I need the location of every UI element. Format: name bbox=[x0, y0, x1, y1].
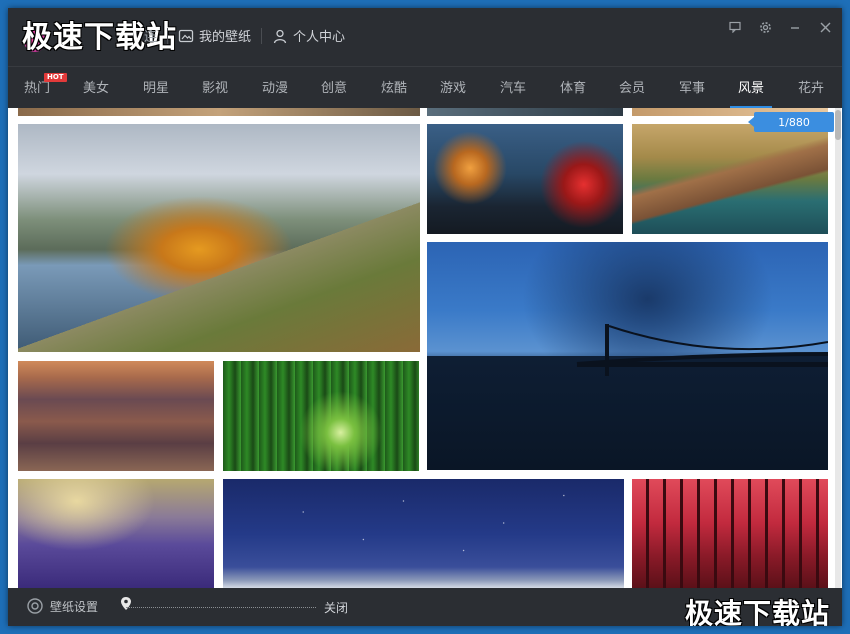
tab-label: 会员 bbox=[619, 81, 646, 96]
nav-divider bbox=[261, 27, 263, 44]
wallpaper-thumb-canyon[interactable] bbox=[18, 361, 214, 471]
tab-label: 美女 bbox=[83, 81, 110, 96]
bridge-silhouette bbox=[576, 324, 828, 376]
close-icon[interactable] bbox=[816, 18, 834, 36]
tab-label: 炫酷 bbox=[381, 81, 408, 96]
page-counter: 1/880 bbox=[748, 112, 834, 132]
tab-label: 明星 bbox=[143, 81, 170, 96]
window-controls bbox=[726, 18, 834, 36]
gear-icon[interactable] bbox=[756, 18, 774, 36]
wallpaper-thumb-red-forest[interactable] bbox=[632, 479, 828, 588]
wallpaper-settings-label: 壁纸设置 bbox=[50, 599, 99, 614]
tab-games[interactable]: 游戏 bbox=[440, 77, 466, 109]
tab-label: 体育 bbox=[560, 81, 587, 96]
tab-label: 花卉 bbox=[798, 81, 825, 96]
tab-beauty[interactable]: 美女 bbox=[83, 77, 109, 109]
top-nav: 连 我的壁纸 个人中心 bbox=[144, 26, 345, 45]
app-window: 极速下载站 连 我的壁纸 个人中心 热门 HOT 美女 明星 影视 动漫 创意 … bbox=[8, 8, 842, 626]
wallpaper-thumb-lavender[interactable] bbox=[18, 479, 214, 588]
auto-change-slider[interactable] bbox=[120, 596, 320, 616]
location-pin-icon[interactable] bbox=[120, 596, 132, 614]
wallpaper-gallery: 1/880 bbox=[8, 108, 842, 588]
tab-label: 创意 bbox=[321, 81, 348, 96]
tab-label: 风景 bbox=[738, 81, 765, 96]
wallpaper-thumb-big-ben[interactable] bbox=[427, 124, 623, 234]
bottom-bar: 壁纸设置 关闭 极速下载站 bbox=[8, 588, 842, 626]
wallpaper-icon bbox=[178, 29, 194, 42]
watermark-bottom-right: 极速下载站 bbox=[684, 597, 830, 626]
title-bar: 极速下载站 连 我的壁纸 个人中心 bbox=[8, 8, 842, 66]
tab-creative[interactable]: 创意 bbox=[321, 77, 347, 109]
minimize-icon[interactable] bbox=[786, 18, 804, 36]
tab-celebrity[interactable]: 明星 bbox=[143, 77, 169, 109]
wallpaper-thumb-partial[interactable] bbox=[18, 108, 420, 116]
wallpaper-thumb-boardwalk[interactable] bbox=[632, 124, 828, 234]
nav-item-partial[interactable]: 连 bbox=[144, 26, 157, 45]
tab-sports[interactable]: 体育 bbox=[560, 77, 586, 109]
tab-cool[interactable]: 炫酷 bbox=[381, 77, 407, 109]
wallpaper-settings-button[interactable]: 壁纸设置 bbox=[26, 597, 98, 615]
tab-label: 动漫 bbox=[262, 81, 289, 96]
tab-members[interactable]: 会员 bbox=[619, 77, 645, 109]
tab-label: 游戏 bbox=[440, 81, 467, 96]
user-center-link[interactable]: 个人中心 bbox=[272, 26, 345, 45]
tab-anime[interactable]: 动漫 bbox=[262, 77, 288, 109]
wallpaper-thumb-partial[interactable] bbox=[427, 108, 623, 116]
tab-label: 军事 bbox=[679, 81, 706, 96]
tab-cars[interactable]: 汽车 bbox=[500, 77, 526, 109]
wallpaper-thumb-bamboo[interactable] bbox=[223, 361, 419, 471]
wallpaper-thumb-starry-sky[interactable] bbox=[223, 479, 624, 588]
auto-change-state-label: 关闭 bbox=[324, 601, 349, 615]
tab-military[interactable]: 军事 bbox=[679, 77, 705, 109]
slider-track[interactable] bbox=[126, 607, 316, 608]
hot-badge: HOT bbox=[44, 73, 67, 82]
wallpaper-thumb-autumn-lake[interactable] bbox=[18, 124, 420, 352]
tab-scenery[interactable]: 风景 bbox=[729, 77, 773, 109]
tab-label: 热门 bbox=[24, 81, 51, 96]
my-wallpaper-link[interactable]: 我的壁纸 bbox=[178, 26, 251, 45]
feedback-icon[interactable] bbox=[726, 18, 744, 36]
tab-label: 汽车 bbox=[500, 81, 527, 96]
tab-film[interactable]: 影视 bbox=[202, 77, 228, 109]
user-icon bbox=[273, 29, 287, 43]
wallpaper-thumb-bridge[interactable] bbox=[427, 242, 828, 470]
gear-icon bbox=[27, 598, 43, 614]
tab-label: 影视 bbox=[202, 81, 229, 96]
category-tabs: 热门 HOT 美女 明星 影视 动漫 创意 炫酷 游戏 汽车 体育 会员 军事 … bbox=[8, 66, 842, 109]
gallery-scrollbar[interactable] bbox=[835, 108, 841, 588]
nav-divider bbox=[167, 27, 169, 44]
tab-hot[interactable]: 热门 HOT bbox=[24, 73, 67, 109]
user-center-label: 个人中心 bbox=[293, 30, 346, 45]
tab-flowers[interactable]: 花卉 bbox=[798, 77, 824, 109]
my-wallpaper-label: 我的壁纸 bbox=[199, 30, 252, 45]
scrollbar-thumb[interactable] bbox=[835, 110, 841, 140]
